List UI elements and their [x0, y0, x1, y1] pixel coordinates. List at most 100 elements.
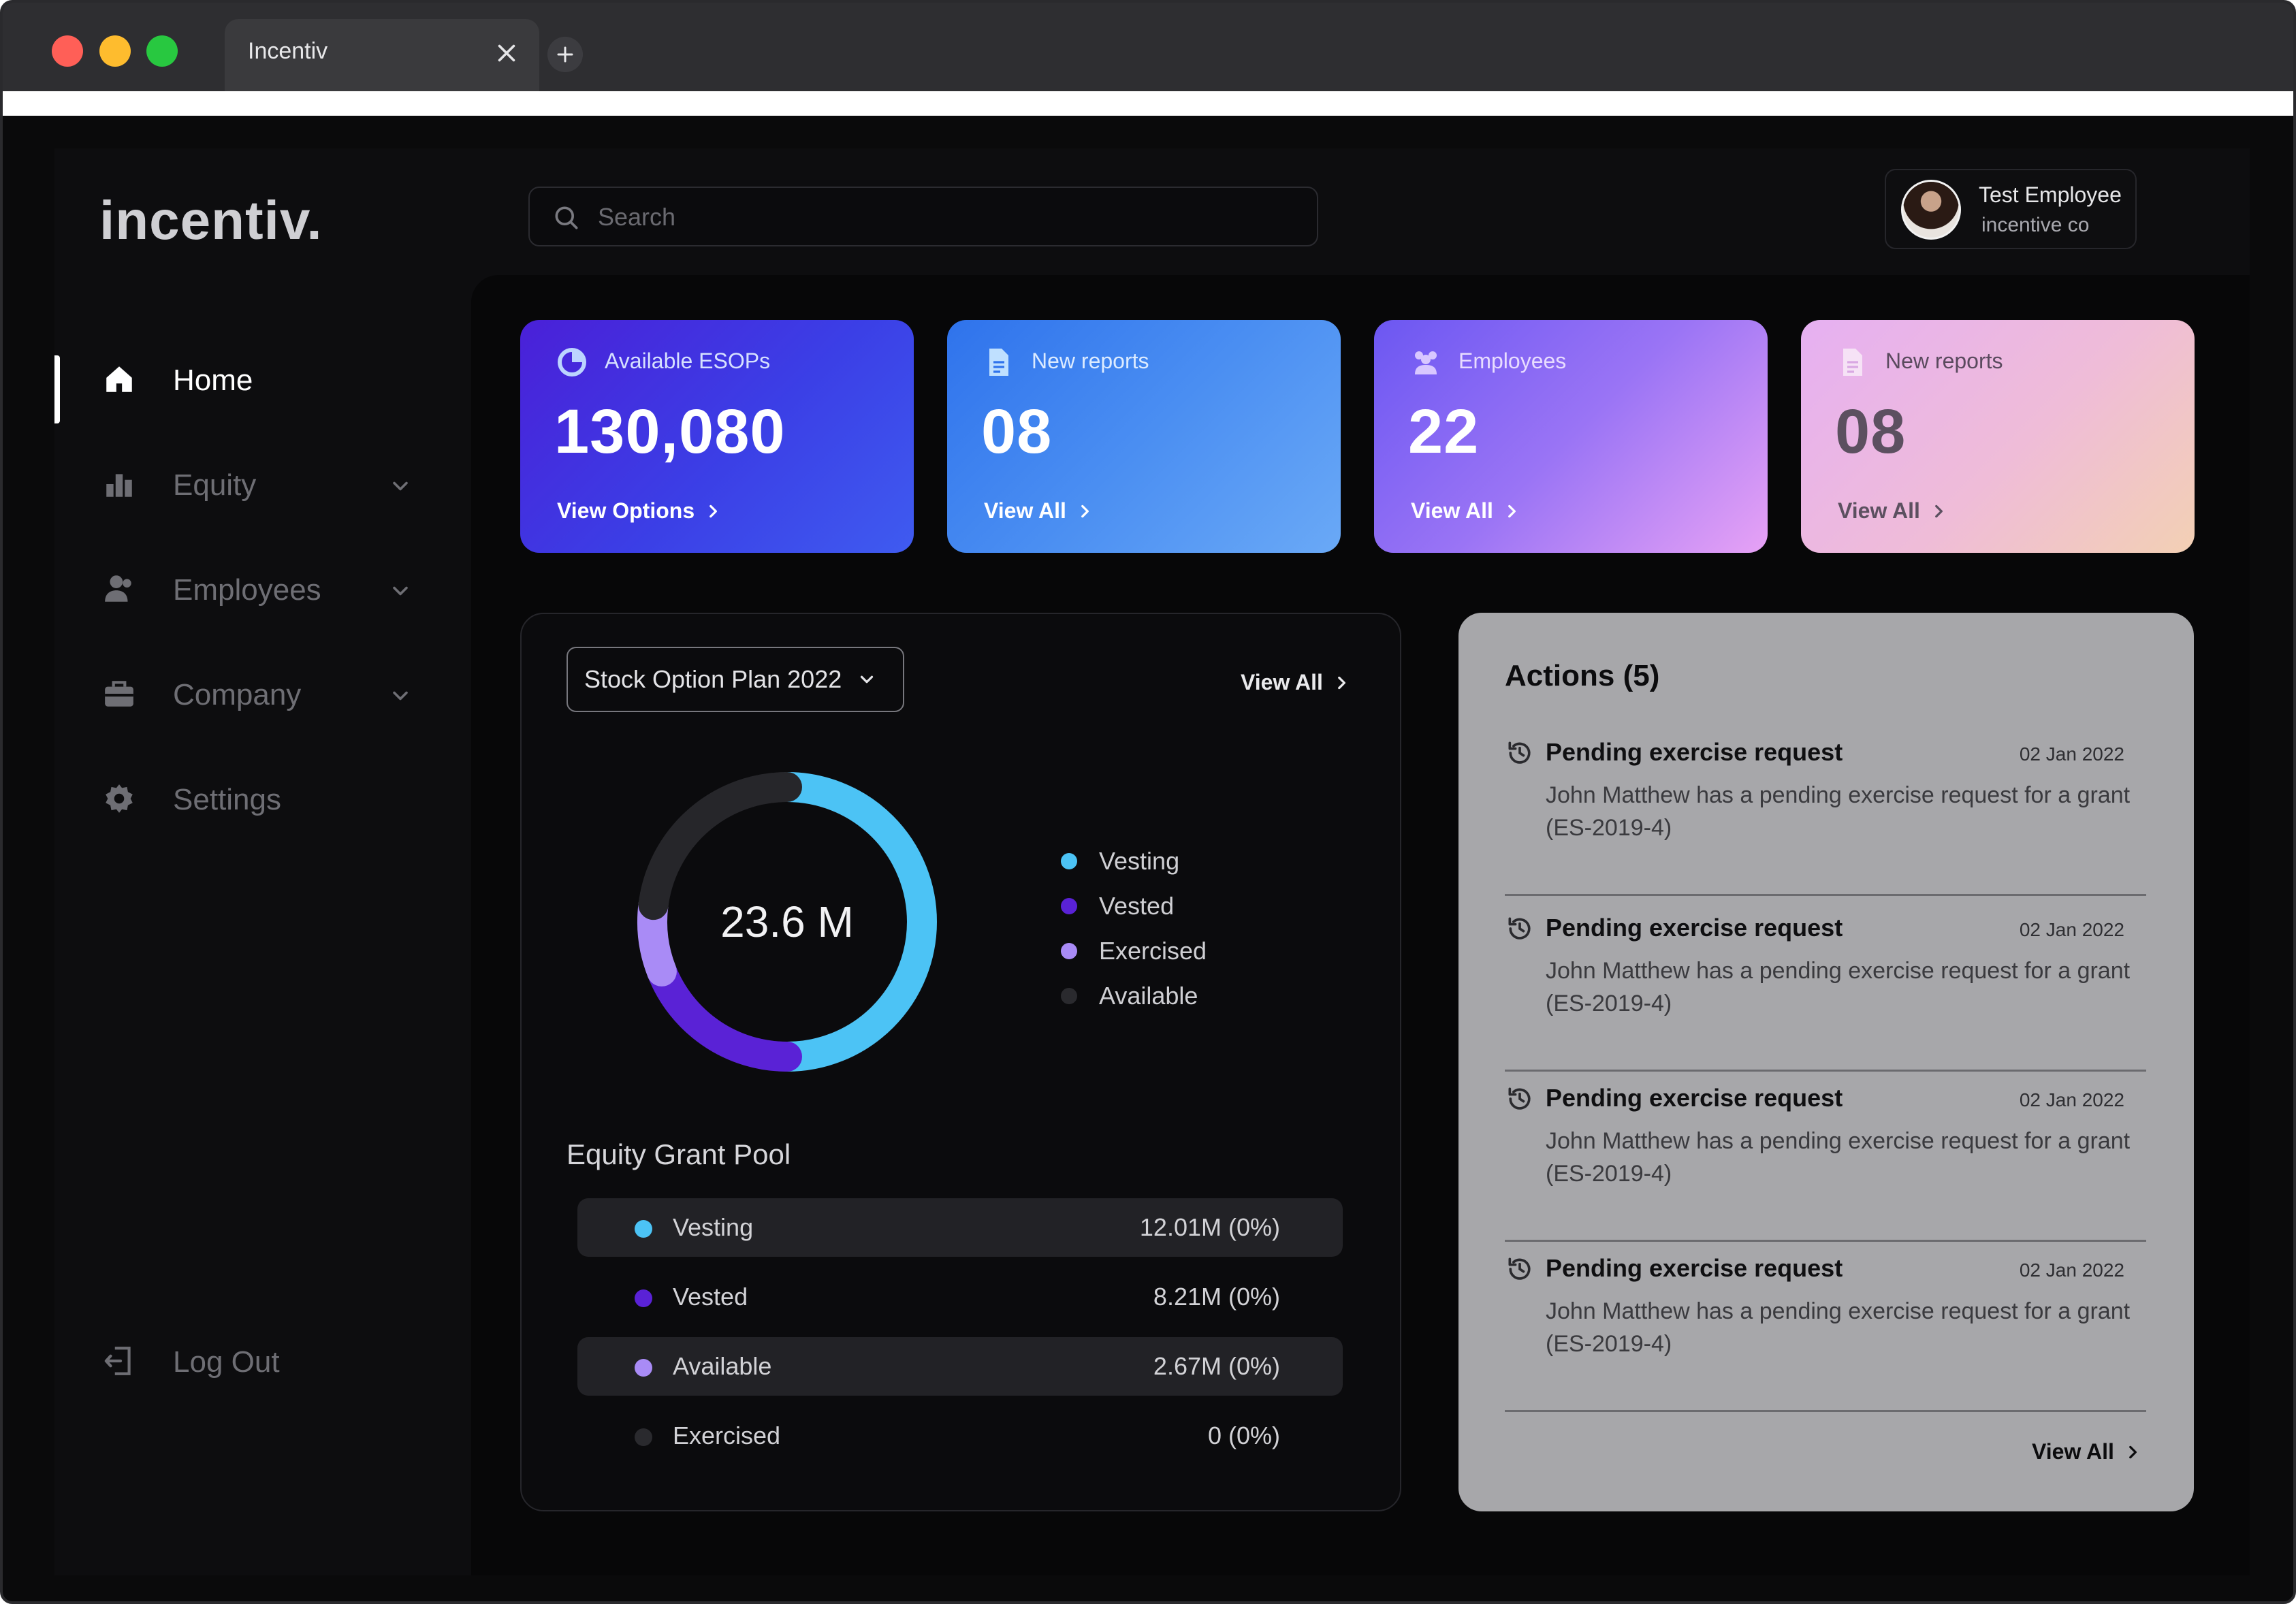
pool-row-vesting: Vesting 12.01M (0%) — [577, 1198, 1343, 1257]
legend-item-exercised: Exercised — [1061, 929, 1207, 974]
action-title: Pending exercise request — [1546, 1254, 1843, 1282]
legend-item-available: Available — [1061, 974, 1207, 1018]
action-description: John Matthew has a pending exercise requ… — [1546, 958, 2131, 1016]
minimize-window-button[interactable] — [99, 35, 131, 67]
chevron-right-icon — [1508, 504, 1516, 517]
stat-card-new-reports: New reports 08 View All — [947, 320, 1341, 553]
pool-row-available: Available 2.67M (0%) — [577, 1337, 1343, 1396]
document-icon — [1843, 349, 1862, 376]
pie-chart-icon — [558, 348, 586, 376]
app-shell: incentiv. Test Employee incentive co Hom… — [54, 148, 2250, 1575]
sidebar-item-employees[interactable]: Employees — [54, 558, 490, 626]
pool-value: 8.21M (0%) — [1153, 1283, 1280, 1311]
pool-label: Available — [673, 1352, 772, 1380]
profile-name: Test Employee — [1979, 182, 2122, 207]
pool-value: 12.01M (0%) — [1139, 1213, 1280, 1241]
document-icon — [989, 349, 1008, 376]
chevron-right-icon — [2129, 1445, 2137, 1458]
profile-company: incentive co — [1981, 214, 2090, 236]
chevron-down-icon — [393, 481, 408, 491]
chevron-right-icon — [1935, 504, 1943, 517]
bar-chart-icon — [106, 474, 132, 497]
stat-card-available-esops: Available ESOPs 130,080 View Options — [520, 320, 914, 553]
pool-dot — [635, 1359, 652, 1377]
plan-select-label: Stock Option Plan 2022 — [584, 665, 842, 693]
action-title: Pending exercise request — [1546, 914, 1843, 942]
sidebar-item-equity[interactable]: Equity — [54, 453, 490, 522]
legend-dot — [1061, 943, 1077, 959]
view-all-label: View All — [2032, 1439, 2114, 1464]
pool-dot — [635, 1428, 652, 1446]
action-title: Pending exercise request — [1546, 738, 1843, 766]
card-label: Available ESOPs — [605, 349, 771, 373]
stat-card-employees: Employees 22 View All — [1374, 320, 1768, 553]
history-icon — [1508, 1257, 1531, 1280]
legend-label: Vested — [1099, 892, 1175, 920]
sidebar-item-home[interactable]: Home — [54, 349, 490, 423]
actions-panel: Actions (5) Pending exercise request 02 … — [1458, 613, 2194, 1511]
legend-label: Vesting — [1099, 847, 1180, 875]
pool-dot — [635, 1220, 652, 1238]
legend-label: Available — [1099, 982, 1198, 1010]
home-icon — [106, 366, 132, 392]
action-description: John Matthew has a pending exercise requ… — [1546, 782, 2131, 841]
close-tab-icon[interactable] — [494, 41, 519, 65]
sidebar-item-settings[interactable]: Settings — [54, 768, 490, 836]
card-link-label: View All — [1411, 498, 1493, 523]
card-link-label: View All — [1838, 498, 1920, 523]
action-item[interactable]: Pending exercise request 02 Jan 2022 Joh… — [1505, 1242, 2146, 1412]
search-input[interactable] — [598, 197, 1279, 237]
pool-value: 2.67M (0%) — [1153, 1352, 1280, 1380]
action-date: 02 Jan 2022 — [2019, 743, 2124, 765]
stat-card-new-reports-2: New reports 08 View All — [1801, 320, 2195, 553]
new-tab-icon[interactable] — [547, 37, 583, 72]
users-icon — [105, 575, 131, 602]
chart-legend: Vesting Vested Exercised Available — [1061, 839, 1207, 1018]
legend-dot — [1061, 988, 1077, 1004]
action-item[interactable]: Pending exercise request 02 Jan 2022 Joh… — [1505, 1072, 2146, 1242]
address-bar-strip — [3, 91, 2293, 116]
view-all-reports-link[interactable]: View All — [984, 498, 1094, 524]
action-description: John Matthew has a pending exercise requ… — [1546, 1128, 2131, 1187]
action-item[interactable]: Pending exercise request 02 Jan 2022 Joh… — [1505, 901, 2146, 1072]
equity-view-all-link[interactable]: View All — [1241, 670, 1350, 695]
legend-dot — [1061, 853, 1077, 869]
action-item[interactable]: Pending exercise request 02 Jan 2022 Joh… — [1505, 726, 2146, 896]
main-content: Available ESOPs 130,080 View Options New… — [471, 275, 2250, 1575]
view-all-reports-link-2[interactable]: View All — [1838, 498, 1947, 524]
user-profile[interactable]: Test Employee incentive co — [1885, 169, 2137, 249]
chevron-down-icon — [393, 691, 408, 701]
view-all-employees-link[interactable]: View All — [1411, 498, 1520, 524]
briefcase-icon — [105, 681, 133, 707]
equity-panel: Stock Option Plan 2022 View All 23.6 M V… — [520, 613, 1401, 1511]
sidebar-item-label: Equity — [173, 468, 257, 502]
card-link-label: View All — [984, 498, 1066, 523]
logout-button[interactable]: Log Out — [54, 1330, 490, 1398]
donut-total: 23.6 M — [720, 897, 854, 946]
card-value: 08 — [1835, 397, 1907, 466]
sidebar-item-label: Company — [173, 678, 302, 711]
history-icon — [1508, 1087, 1531, 1110]
close-window-button[interactable] — [52, 35, 83, 67]
plan-select[interactable]: Stock Option Plan 2022 — [567, 647, 904, 712]
actions-view-all-link[interactable]: View All — [2032, 1439, 2141, 1464]
browser-chrome: Incentiv — [3, 3, 2293, 91]
action-date: 02 Jan 2022 — [2019, 1260, 2124, 1281]
maximize-window-button[interactable] — [146, 35, 178, 67]
card-label: New reports — [1885, 349, 2003, 373]
action-date: 02 Jan 2022 — [2019, 919, 2124, 940]
view-options-link[interactable]: View Options — [557, 498, 722, 524]
sidebar-item-label: Settings — [173, 783, 281, 816]
sidebar-item-company[interactable]: Company — [54, 663, 490, 731]
legend-item-vested: Vested — [1061, 884, 1207, 929]
pool-label: Vesting — [673, 1213, 754, 1241]
tab-title: Incentiv — [248, 38, 328, 64]
action-date: 02 Jan 2022 — [2019, 1089, 2124, 1110]
sidebar-item-label: Home — [173, 364, 253, 397]
browser-tab[interactable]: Incentiv — [225, 19, 539, 91]
card-label: Employees — [1458, 349, 1567, 373]
card-link-label: View Options — [557, 498, 695, 523]
pool-row-vested: Vested 8.21M (0%) — [577, 1268, 1343, 1326]
app-window: Incentiv incentiv. Test Employee incenti… — [0, 0, 2296, 1604]
search-bar[interactable] — [528, 187, 1318, 246]
